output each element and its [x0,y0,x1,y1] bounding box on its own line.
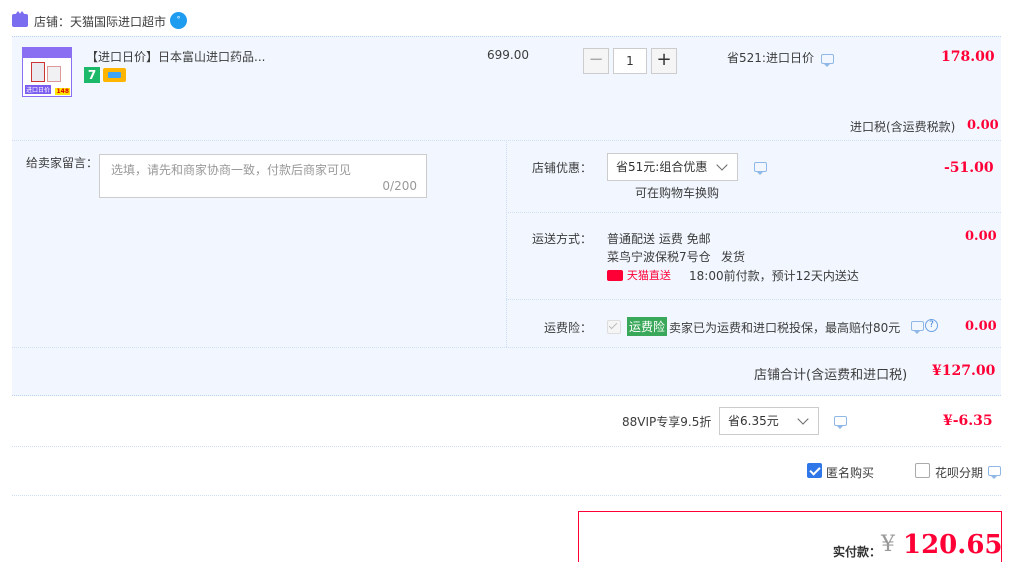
store-discount-chat-icon[interactable] [754,162,767,175]
import-tax-label: 进口税(含运费税款) [850,120,956,134]
anonymous-checkbox[interactable] [807,463,822,478]
payment-label: 实付款： [833,545,882,559]
vip-discount-label: 88VIP专享9.5折 [622,415,712,429]
seller-message-placeholder: 选填，请先和商家协商一致，付款后商家可见 [111,163,352,177]
shipping-eta: 18:00前付款，预计12天内送达 [689,269,859,283]
thumbnail-promo-text: 进口日价 [25,85,52,94]
installment-label[interactable]: 花呗分期 [935,464,983,481]
insurance-chat-icon[interactable] [911,321,924,334]
help-circle-icon[interactable]: ? [925,319,938,332]
item-discount-text: 省521:进口日价 [727,51,814,65]
vip-discount-select[interactable]: 省6.35元 [719,407,819,435]
store-discount-selected: 省51元:组合优惠 [616,160,708,174]
vip-chat-icon[interactable] [834,416,847,429]
payment-summary: 实付款： ¥ 120.65 [578,511,1003,562]
shipping-label: 运送方式： [532,232,593,246]
shipping-dispatch: 发货 [721,250,746,264]
tmall-direct-badge: 天猫直送 [607,267,671,283]
payment-amount: 120.65 [903,530,1003,560]
shipping-warehouse: 菜鸟宁波保税7号仓 [607,250,711,264]
anonymous-label[interactable]: 匿名购买 [826,464,874,481]
chevron-down-icon [797,413,809,425]
quantity-decrease-button[interactable]: − [583,48,609,74]
store-discount-value: -51.00 [944,160,994,176]
store-discount-note: 可在购物车换购 [635,186,720,200]
thumbnail-price-tag: 148 [55,88,70,95]
seller-message-input[interactable]: 选填，请先和商家协商一致，付款后商家可见 0/200 [99,154,427,198]
store-discount-select[interactable]: 省51元:组合优惠 [607,153,738,181]
installment-chat-icon[interactable] [988,466,1001,479]
chevron-down-icon [716,159,728,171]
insurance-checkbox[interactable] [607,320,621,334]
tmall-cat-icon [607,269,623,281]
wangwang-chat-icon[interactable]: ᐤ [170,12,187,29]
insurance-text: 卖家已为运费和进口税投保，最高赔付80元 [669,321,901,335]
vip-discount-selected: 省6.35元 [728,414,779,428]
discount-info-icon[interactable] [821,54,834,67]
import-tax-value: 0.00 [967,118,999,133]
order-block: 进口日价 148 【进口日价】日本富山进口药品... 7 699.00 − 1 … [12,36,1001,396]
quantity-increase-button[interactable]: + [651,48,677,74]
quantity-input[interactable]: 1 [613,48,647,74]
payment-currency: ¥ [881,532,895,557]
seven-day-return-icon: 7 [84,67,100,83]
insurance-label: 运费险： [544,321,593,335]
vip-discount-value: ¥-6.35 [943,413,993,429]
item-subtotal: 178.00 [941,49,995,65]
shipping-method: 普通配送 运费 免邮 [607,232,711,246]
product-title-link[interactable]: 【进口日价】日本富山进口药品... [86,48,265,65]
shipping-value: 0.00 [965,229,997,244]
store-total-value: ¥127.00 [932,363,996,379]
seller-message-counter: 0/200 [382,179,417,193]
unit-price: 699.00 [487,48,529,62]
seller-message-label: 给卖家留言： [26,156,99,170]
insurance-tag: 运费险 [627,317,668,336]
insurance-value: 0.00 [965,319,997,334]
store-total-label: 店铺合计(含运费和进口税) [754,368,908,383]
store-header: 店铺： 天猫国际进口超市 ᐤ [0,0,1012,36]
store-icon [12,11,28,27]
credit-card-icon [103,68,126,82]
store-discount-label: 店铺优惠： [532,161,593,175]
installment-checkbox[interactable] [915,463,930,478]
store-label: 店铺： [34,15,71,29]
store-name-link[interactable]: 天猫国际进口超市 [70,13,166,30]
product-thumbnail[interactable]: 进口日价 148 [22,47,72,97]
